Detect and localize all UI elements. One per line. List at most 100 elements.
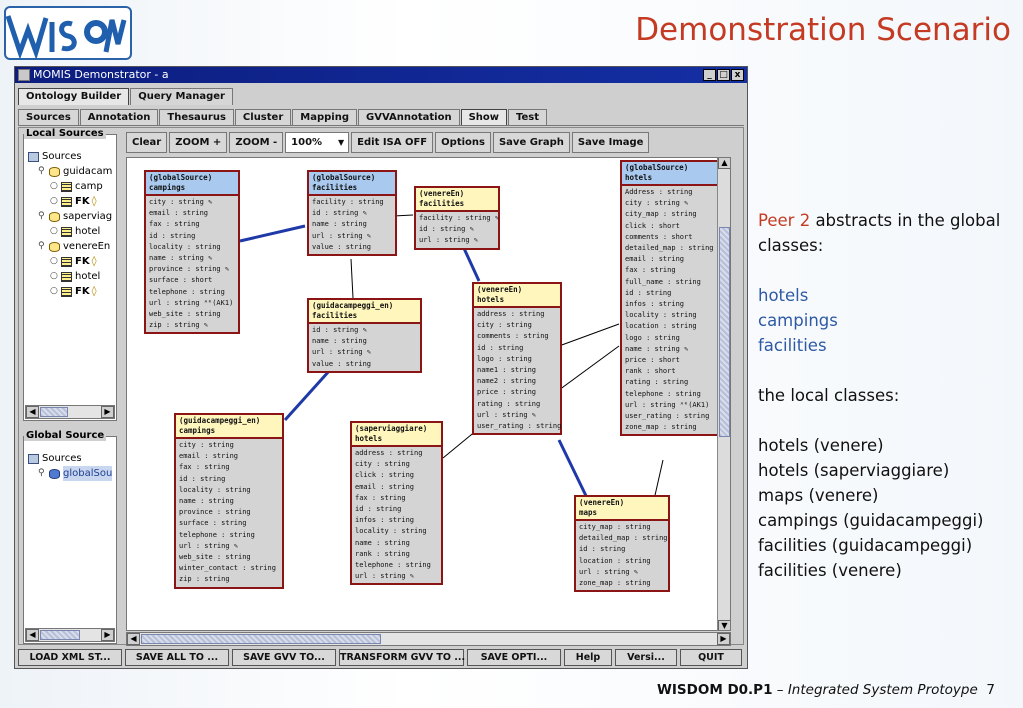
class-node-v-maps[interactable]: (venereEn) maps city_map : string detailed_… bbox=[574, 495, 670, 593]
tree-item[interactable]: ⚲ saperviag bbox=[26, 209, 118, 224]
tab-sources[interactable]: Sources bbox=[18, 109, 79, 125]
zoom-select[interactable]: 100% ▼ bbox=[285, 132, 350, 153]
edge bbox=[283, 368, 332, 422]
local-sources-hscrollbar[interactable]: ◀ ▶ bbox=[25, 405, 115, 419]
maximize-button[interactable]: □ bbox=[717, 69, 730, 81]
canvas-vscrollbar[interactable]: ▲ ▼ bbox=[717, 158, 730, 630]
tree-item[interactable]: Sources bbox=[26, 451, 118, 466]
scroll-thumb[interactable] bbox=[719, 227, 730, 437]
quit-button[interactable]: QUIT bbox=[680, 649, 742, 666]
tree-expand-icon[interactable]: ⚲ bbox=[38, 466, 47, 481]
class-attributes: facility : string ✎ id : string ✎ url : st… bbox=[416, 212, 499, 248]
database-icon bbox=[49, 468, 60, 479]
class-attribute: logo : string bbox=[477, 354, 532, 363]
class-attributes: id : string ✎ name : string url : string ✎… bbox=[309, 324, 420, 371]
tree-item[interactable]: ○ hotel bbox=[26, 224, 118, 239]
minimize-button[interactable]: _ bbox=[703, 69, 716, 81]
save-graph-button[interactable]: Save Graph bbox=[492, 132, 570, 153]
tree-expand-icon[interactable]: ○ bbox=[50, 284, 59, 299]
help-button[interactable]: Help bbox=[564, 649, 612, 666]
save-options-button[interactable]: SAVE OPTI... bbox=[467, 649, 561, 666]
tree-expand-icon[interactable]: ⚲ bbox=[38, 209, 47, 224]
class-attribute: comments : short bbox=[625, 232, 693, 241]
scroll-up-icon[interactable]: ▲ bbox=[718, 158, 730, 169]
table-icon bbox=[61, 226, 72, 237]
tree-expand-icon[interactable]: ○ bbox=[50, 194, 59, 209]
zoom-out-button[interactable]: ZOOM - bbox=[229, 132, 284, 153]
global-source-hscrollbar[interactable]: ◀ ▶ bbox=[25, 628, 115, 642]
class-node-g-campings[interactable]: (globalSource) campings city : string ✎ ema… bbox=[144, 170, 240, 335]
scroll-thumb[interactable] bbox=[40, 407, 68, 417]
clear-button[interactable]: Clear bbox=[126, 132, 168, 153]
scroll-thumb[interactable] bbox=[40, 630, 80, 640]
tab-show[interactable]: Show bbox=[460, 109, 508, 125]
class-node-s-hotels[interactable]: (saperviaggiare) hotels address : string ci… bbox=[350, 421, 443, 586]
tab-gvvannotation[interactable]: GVVAnnotation bbox=[358, 109, 460, 125]
tab-cluster[interactable]: Cluster bbox=[234, 109, 292, 125]
tab-mapping[interactable]: Mapping bbox=[292, 109, 357, 125]
scroll-right-icon[interactable]: ▶ bbox=[101, 629, 114, 641]
tree-expand-icon[interactable]: ⚲ bbox=[38, 239, 47, 254]
tree-item[interactable]: ⚲ globalSou bbox=[26, 466, 118, 481]
tab-annotation[interactable]: Annotation bbox=[79, 109, 159, 125]
class-attribute: email : string bbox=[355, 482, 415, 491]
load-xml-button[interactable]: LOAD XML ST... bbox=[18, 649, 122, 666]
version-button[interactable]: Versi... bbox=[615, 649, 677, 666]
class-name: campings bbox=[179, 426, 216, 435]
transform-gvv-button[interactable]: TRANSFORM GVV TO ... bbox=[339, 649, 465, 666]
close-button[interactable]: x bbox=[731, 69, 744, 81]
scroll-left-icon[interactable]: ◀ bbox=[127, 633, 140, 645]
options-button[interactable]: Options bbox=[435, 132, 491, 153]
tree-expand-icon[interactable]: ○ bbox=[50, 269, 59, 284]
class-node-g-hotels[interactable]: (globalSource) hotels Address : string city… bbox=[620, 160, 723, 437]
class-node-v-hotels[interactable]: (venereEn) hotels address : string city : s… bbox=[472, 282, 562, 436]
tree-item[interactable]: ○ FK ◊ bbox=[26, 254, 118, 269]
class-attribute: name : string bbox=[355, 538, 410, 547]
class-node-v-facilities[interactable]: (venereEn) facilities facility : string ✎ i… bbox=[414, 186, 500, 250]
scroll-left-icon[interactable]: ◀ bbox=[26, 406, 39, 418]
tree-expand-icon[interactable]: ○ bbox=[50, 224, 59, 239]
tab-query-manager[interactable]: Query Manager bbox=[130, 88, 233, 105]
scroll-down-icon[interactable]: ▼ bbox=[718, 620, 730, 630]
canvas-hscrollbar[interactable]: ◀ ▶ bbox=[126, 632, 731, 646]
scroll-right-icon[interactable]: ▶ bbox=[101, 406, 114, 418]
class-attribute: url : string ✎ bbox=[419, 236, 479, 245]
class-attributes: city_map : string detailed_map : string id… bbox=[576, 521, 668, 590]
class-attribute: zone_map : string bbox=[579, 579, 651, 588]
save-gvv-button[interactable]: SAVE GVV TO... bbox=[232, 649, 336, 666]
class-attribute: value : string bbox=[312, 242, 372, 251]
class-attribute: locality : string bbox=[355, 527, 427, 536]
tree-expand-icon[interactable]: ○ bbox=[50, 254, 59, 269]
class-attribute: logo : string bbox=[625, 333, 680, 342]
tab-ontology-builder[interactable]: Ontology Builder bbox=[18, 88, 130, 105]
class-attribute: detailed_map : string bbox=[625, 244, 714, 253]
save-image-button[interactable]: Save Image bbox=[571, 132, 650, 153]
tab-test[interactable]: Test bbox=[508, 109, 548, 125]
class-node-gc-campings[interactable]: (guidacampeggi_en) campings city : string e… bbox=[174, 413, 284, 589]
save-all-button[interactable]: SAVE ALL TO ... bbox=[125, 649, 229, 666]
scroll-left-icon[interactable]: ◀ bbox=[26, 629, 39, 641]
slide-footer: WISDOM D0.P1 – Integrated System Protoyp… bbox=[657, 682, 995, 698]
class-node-g-facilities[interactable]: (globalSource) facilities facility : strin… bbox=[307, 170, 397, 257]
tree-item[interactable]: Sources bbox=[26, 149, 118, 164]
edge bbox=[239, 224, 306, 243]
edit-isa-button[interactable]: Edit ISA OFF bbox=[351, 132, 434, 153]
window-titlebar[interactable]: MOMIS Demonstrator - a _ □ x bbox=[15, 67, 747, 83]
tree-expand-icon[interactable]: ⚲ bbox=[38, 164, 47, 179]
class-header: (venereEn) hotels bbox=[474, 284, 560, 308]
tree-item[interactable]: ○ FK ◊ bbox=[26, 194, 118, 209]
local-class-item: hotels (venere) bbox=[758, 436, 884, 455]
class-node-gc-facilities[interactable]: (guidacampeggi_en) facilities id : string … bbox=[307, 298, 422, 373]
footer-subtitle: Integrated System Protoype bbox=[787, 682, 978, 698]
tree-item[interactable]: ○ hotel bbox=[26, 269, 118, 284]
tree-item[interactable]: ⚲ guidacam bbox=[26, 164, 118, 179]
tab-thesaurus[interactable]: Thesaurus bbox=[159, 109, 234, 125]
zoom-in-button[interactable]: ZOOM + bbox=[169, 132, 228, 153]
tree-item[interactable]: ○ camp bbox=[26, 179, 118, 194]
graph-canvas[interactable]: (globalSource) campings city : string ✎ ema… bbox=[126, 157, 731, 631]
tree-item[interactable]: ⚲ venereEn bbox=[26, 239, 118, 254]
tree-expand-icon[interactable]: ○ bbox=[50, 179, 59, 194]
tree-item[interactable]: ○ FK ◊ bbox=[26, 284, 118, 299]
scroll-thumb[interactable] bbox=[141, 634, 381, 644]
scroll-right-icon[interactable]: ▶ bbox=[717, 633, 730, 645]
